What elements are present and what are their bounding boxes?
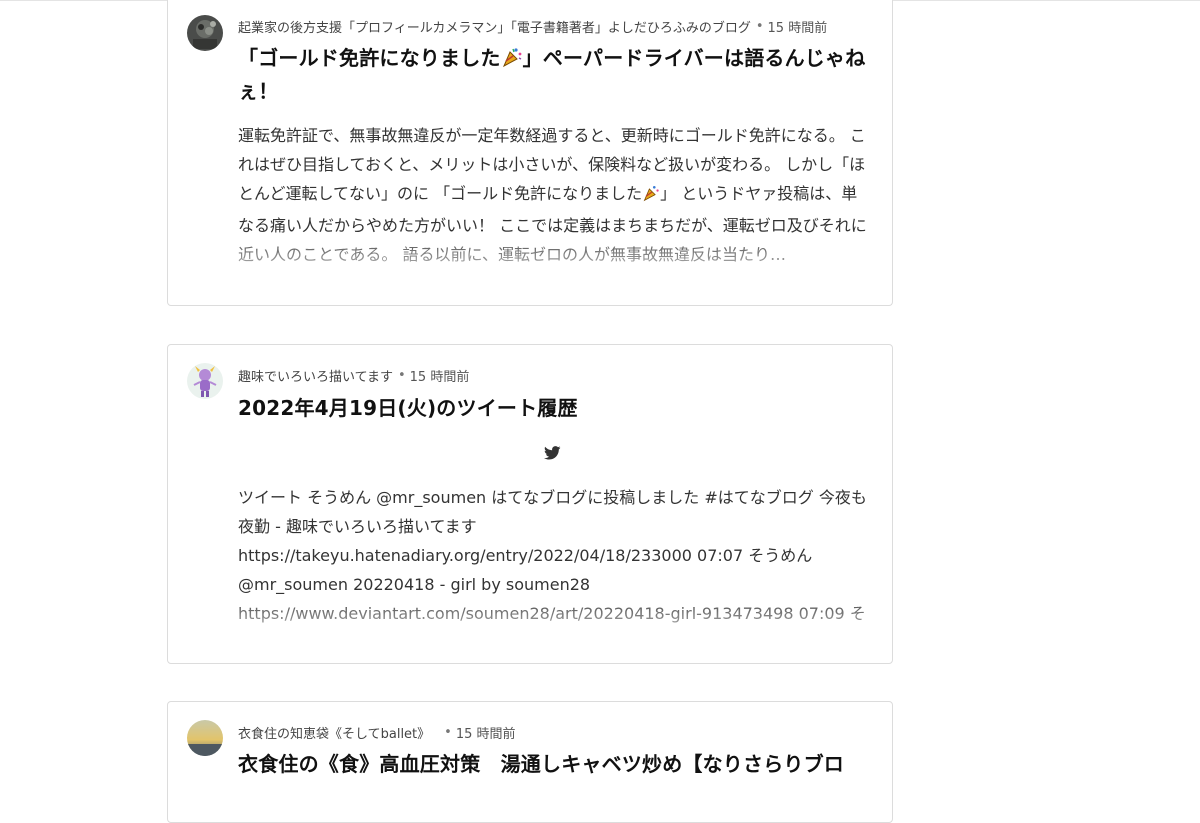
entry-meta: 趣味でいろいろ描いてます • 15 時間前 xyxy=(238,366,469,385)
entry-card[interactable]: 起業家の後方支援「プロフィールカメラマン」「電子書籍著者」よしだひろふみのブログ… xyxy=(167,0,893,306)
post-time: 15 時間前 xyxy=(767,21,828,36)
entry-title-link[interactable]: 2022年4月19日(火)のツイート履歴 xyxy=(238,393,868,423)
entry-excerpt: ツイート そうめん @mr_soumen はてなブログに投稿しました #はてなブ… xyxy=(238,483,870,629)
blog-name-link[interactable]: 衣食住の知恵袋《そしてballet》 xyxy=(238,723,430,742)
entry-title-link[interactable]: 衣食住の《食》高血圧対策 湯通しキャベツ炒め【なりさらりブロ xyxy=(238,749,878,779)
blog-name-link[interactable]: 趣味でいろいろ描いてます xyxy=(238,366,393,385)
entry-card[interactable]: 趣味でいろいろ描いてます • 15 時間前 2022年4月19日(火)のツイート… xyxy=(167,344,893,664)
entry-card[interactable]: 衣食住の知恵袋《そしてballet》 • 15 時間前 衣食住の《食》高血圧対策… xyxy=(167,701,893,823)
entry-title-link[interactable]: 「ゴールド免許になりました 」ペーパードライバーは語るんじゃねぇ！ xyxy=(238,43,868,106)
excerpt-fade xyxy=(238,233,870,267)
twitter-bird-icon xyxy=(544,446,561,460)
entry-meta: 衣食住の知恵袋《そしてballet》 • 15 時間前 xyxy=(238,723,516,742)
entry-meta: 起業家の後方支援「プロフィールカメラマン」「電子書籍著者」よしだひろふみのブログ… xyxy=(238,17,827,36)
meta-separator: • xyxy=(755,19,764,34)
entry-excerpt: 運転免許証で、無事故無違反が一定年数経過すると、更新時にゴールド免許になる。 こ… xyxy=(238,121,870,267)
entry-title-part: 「ゴールド免許になりました xyxy=(238,46,501,70)
party-popper-icon xyxy=(642,182,660,211)
post-time: 15 時間前 xyxy=(455,727,516,742)
meta-separator: • xyxy=(397,368,406,383)
blog-avatar[interactable] xyxy=(187,363,223,399)
excerpt-fade xyxy=(238,595,870,629)
meta-separator: • xyxy=(444,725,452,740)
blog-avatar[interactable] xyxy=(187,15,223,51)
blog-name-link[interactable]: 起業家の後方支援「プロフィールカメラマン」「電子書籍著者」よしだひろふみのブログ xyxy=(238,17,751,36)
party-popper-icon xyxy=(501,46,523,76)
blog-avatar[interactable] xyxy=(187,720,223,756)
post-time: 15 時間前 xyxy=(409,370,470,385)
